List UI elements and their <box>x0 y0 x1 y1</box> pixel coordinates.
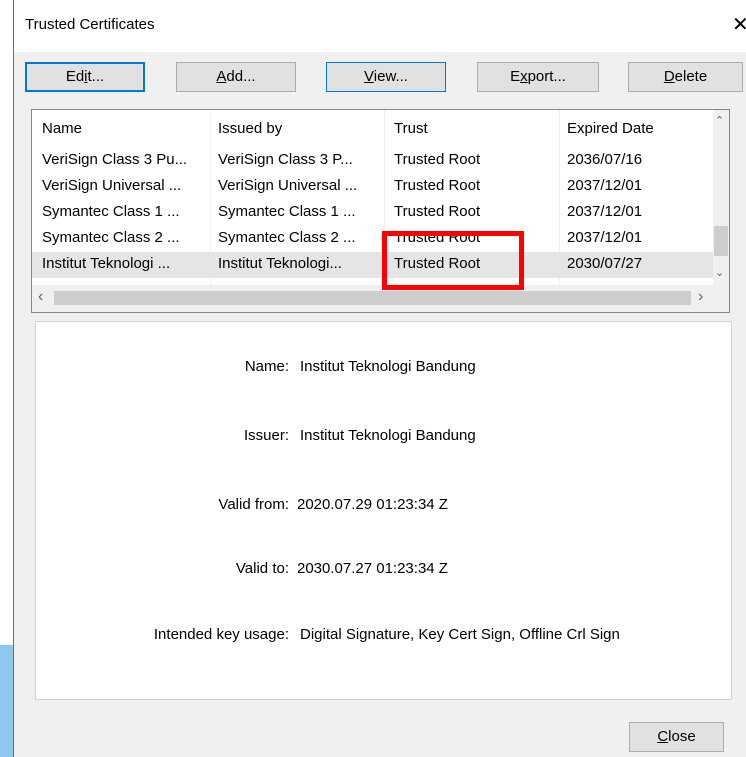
column-header-issued-by[interactable]: Issued by <box>218 120 282 137</box>
export-label-part: port... <box>527 68 566 85</box>
detail-valid-from-label: Valid from: <box>218 496 289 513</box>
detail-key-usage-label: Intended key usage: <box>153 626 289 643</box>
close-button[interactable]: Close <box>629 722 724 752</box>
close-label-part: lose <box>668 728 696 745</box>
edit-button[interactable]: Edit... <box>25 62 145 92</box>
delete-label-part: elete <box>674 68 708 85</box>
scroll-left-icon[interactable]: ‹ <box>38 288 43 306</box>
column-header-trust[interactable]: Trust <box>394 120 428 137</box>
cell-issued-by: VeriSign Class 3 P... <box>218 151 353 168</box>
view-button[interactable]: View... <box>326 62 446 92</box>
scroll-up-icon[interactable]: ⌃ <box>715 114 724 127</box>
cell-expired-date: 2030/07/27 <box>567 255 643 272</box>
detail-valid-from-value: 2020.07.29 01:23:34 Z <box>297 496 448 513</box>
add-button[interactable]: Add... <box>176 62 296 92</box>
annotation-highlight-box <box>382 231 524 290</box>
delete-accelerator: D <box>663 68 675 85</box>
cell-trust: Trusted Root <box>394 177 481 194</box>
cell-issued-by: Symantec Class 2 ... <box>218 229 356 246</box>
edit-label-part: Ed <box>65 68 85 85</box>
certificate-details-panel: Name: Institut Teknologi Bandung Issuer:… <box>35 321 732 700</box>
view-label-part: iew... <box>373 68 408 85</box>
cell-trust: Trusted Root <box>394 203 481 220</box>
detail-valid-to-label: Valid to: <box>235 560 289 577</box>
table-row[interactable]: Symantec Class 2 ... Symantec Class 2 ..… <box>32 226 713 252</box>
table-row[interactable]: Symantec Class 1 ... Symantec Class 1 ..… <box>32 200 713 226</box>
table-row[interactable]: VeriSign Class 3 Pu... VeriSign Class 3 … <box>32 148 713 174</box>
detail-valid-to-value: 2030.07.27 01:23:34 Z <box>297 560 448 577</box>
add-label-part: dd... <box>226 68 256 85</box>
horizontal-scroll-thumb[interactable] <box>54 291 691 305</box>
background-desktop <box>0 0 13 757</box>
close-icon[interactable]: ✕ <box>732 12 746 37</box>
scrollbar-corner <box>713 285 729 312</box>
taskbar-edge <box>0 645 13 757</box>
vertical-scrollbar[interactable]: ⌃ ⌄ <box>713 110 729 285</box>
close-accelerator: C <box>657 728 669 745</box>
detail-name-value: Institut Teknologi Bandung <box>300 358 476 375</box>
export-button[interactable]: Export... <box>477 62 599 92</box>
certificate-list[interactable]: Name Issued by Trust Expired Date VeriSi… <box>31 109 730 313</box>
export-label-part: E <box>510 68 521 85</box>
cell-name: Symantec Class 2 ... <box>42 229 180 246</box>
cell-name: VeriSign Universal ... <box>42 177 182 194</box>
cell-name: VeriSign Class 3 Pu... <box>42 151 188 168</box>
view-accelerator: V <box>364 68 374 85</box>
column-header-name[interactable]: Name <box>42 120 82 137</box>
delete-button[interactable]: Delete <box>628 62 743 92</box>
cell-issued-by: VeriSign Universal ... <box>218 177 358 194</box>
detail-key-usage-value: Digital Signature, Key Cert Sign, Offlin… <box>300 626 620 643</box>
detail-issuer-value: Institut Teknologi Bandung <box>300 427 476 444</box>
table-row[interactable]: VeriSign Universal ... VeriSign Universa… <box>32 174 713 200</box>
column-header-expired-date[interactable]: Expired Date <box>567 120 654 137</box>
add-accelerator: A <box>216 68 227 85</box>
scroll-right-icon[interactable]: › <box>698 288 703 306</box>
cell-name: Institut Teknologi ... <box>42 255 171 272</box>
horizontal-scrollbar[interactable]: ‹ › <box>32 285 713 312</box>
cell-expired-date: 2037/12/01 <box>567 229 643 246</box>
table-row-selected[interactable]: Institut Teknologi ... Institut Teknolog… <box>32 252 713 278</box>
scroll-down-icon[interactable]: ⌄ <box>715 266 724 279</box>
cell-expired-date: 2036/07/16 <box>567 151 643 168</box>
cell-issued-by: Symantec Class 1 ... <box>218 203 356 220</box>
cell-expired-date: 2037/12/01 <box>567 203 643 220</box>
vertical-scroll-thumb[interactable] <box>714 226 728 256</box>
cell-name: Symantec Class 1 ... <box>42 203 180 220</box>
cell-trust: Trusted Root <box>394 151 481 168</box>
window-title: Trusted Certificates <box>25 16 155 33</box>
trusted-certificates-dialog: Trusted Certificates ✕ Edit... Add... Vi… <box>13 0 746 757</box>
export-accelerator: x <box>520 68 528 85</box>
certificate-table: Name Issued by Trust Expired Date VeriSi… <box>32 110 713 285</box>
detail-name-label: Name: <box>244 358 289 375</box>
detail-issuer-label: Issuer: <box>243 427 289 444</box>
cell-expired-date: 2037/12/01 <box>567 177 643 194</box>
cell-issued-by: Institut Teknologi... <box>218 255 342 272</box>
edit-label-part: t... <box>87 68 105 85</box>
title-bar: Trusted Certificates ✕ <box>14 0 746 52</box>
